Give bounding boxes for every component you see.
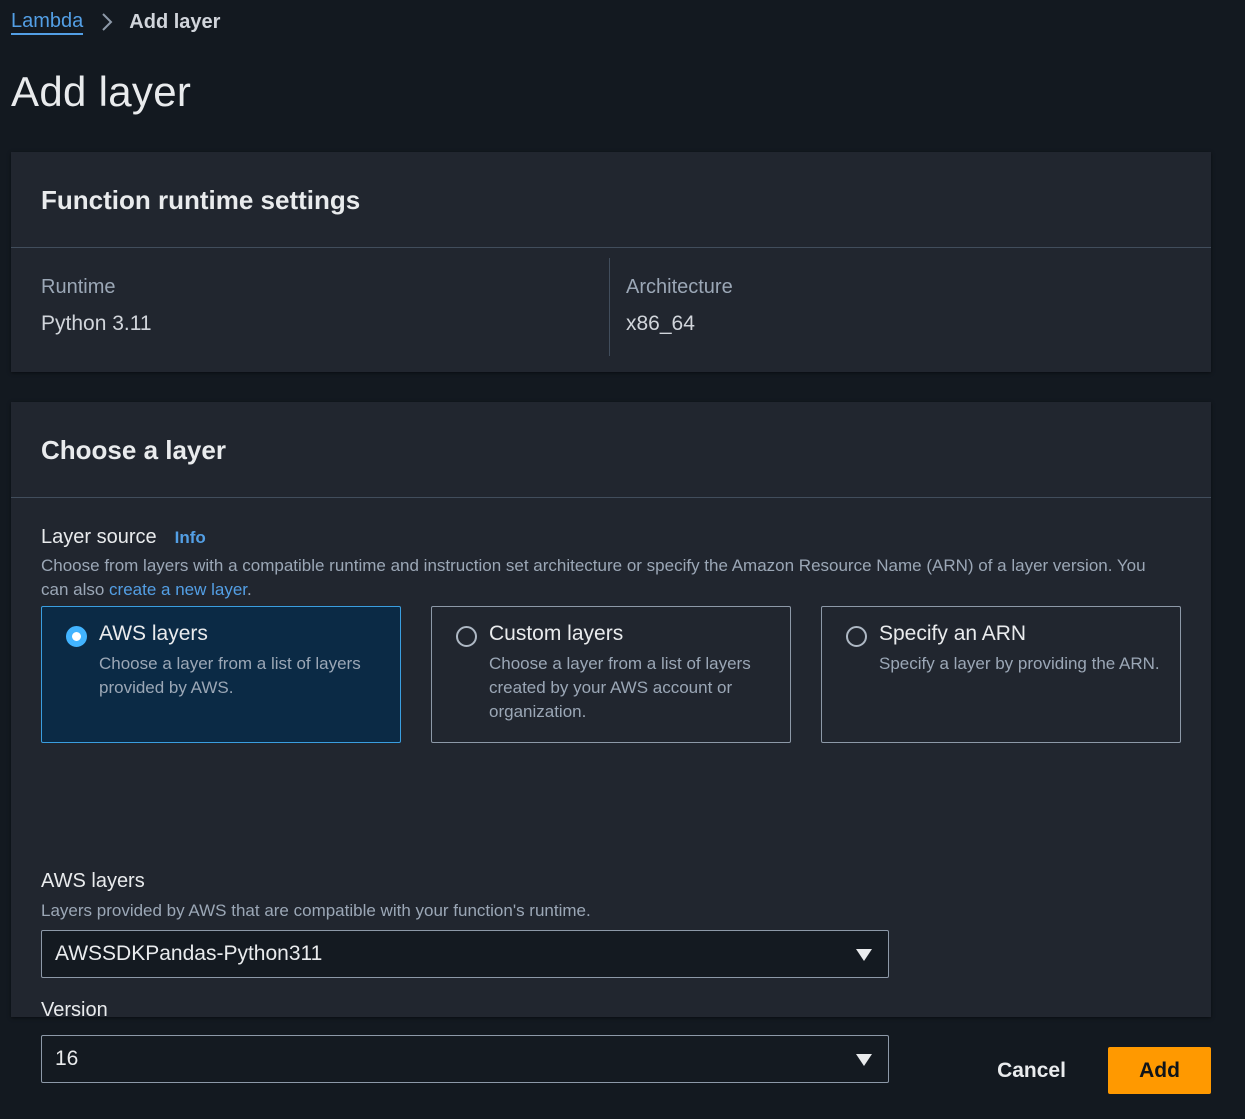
choose-layer-heading: Choose a layer xyxy=(41,435,226,465)
breadcrumb-current: Add layer xyxy=(129,10,221,33)
choose-layer-container: Choose a layer Layer source Info Choose … xyxy=(11,402,1211,1083)
add-button[interactable]: Add xyxy=(1108,1047,1211,1094)
runtime-settings-grid: Runtime Python 3.11 Architecture x86_64 xyxy=(11,248,1211,371)
tile-title: Specify an ARN xyxy=(879,622,1027,645)
add-layer-page: Lambda Add layer Add layer Function runt… xyxy=(0,0,1245,1119)
runtime-settings-header: Function runtime settings xyxy=(11,152,1211,248)
tile-aws-layers[interactable]: AWS layers Choose a layer from a list of… xyxy=(41,606,401,743)
runtime-label: Runtime xyxy=(41,276,116,298)
architecture-label: Architecture xyxy=(626,276,733,298)
layer-source-label-row: Layer source Info xyxy=(41,526,206,549)
aws-layers-label: AWS layers xyxy=(41,870,145,892)
aws-layers-description: Layers provided by AWS that are compatib… xyxy=(41,901,591,920)
caret-down-icon xyxy=(856,1053,872,1071)
create-new-layer-link[interactable]: create a new layer xyxy=(109,580,247,599)
radio-unselected-icon[interactable] xyxy=(846,626,867,647)
tile-description: Choose a layer from a list of layers pro… xyxy=(99,654,361,697)
tile-description: Specify a layer by providing the ARN. xyxy=(879,654,1160,673)
caret-down-icon xyxy=(856,948,872,966)
runtime-settings-container: Function runtime settings Runtime Python… xyxy=(11,152,1211,372)
tile-title: Custom layers xyxy=(489,622,624,645)
radio-unselected-icon[interactable] xyxy=(456,626,477,647)
chevron-right-icon xyxy=(101,12,113,32)
version-selected-value: 16 xyxy=(55,1047,79,1070)
runtime-settings-heading: Function runtime settings xyxy=(41,185,361,215)
layer-source-label: Layer source xyxy=(41,526,157,548)
tile-specify-arn[interactable]: Specify an ARN Specify a layer by provid… xyxy=(821,606,1181,743)
version-label: Version xyxy=(41,999,108,1021)
tile-title: AWS layers xyxy=(99,622,208,645)
tile-custom-layers[interactable]: Custom layers Choose a layer from a list… xyxy=(431,606,791,743)
aws-layers-select[interactable]: AWSSDKPandas-Python311 xyxy=(41,930,889,978)
version-select[interactable]: 16 xyxy=(41,1035,889,1083)
cancel-button[interactable]: Cancel xyxy=(979,1047,1084,1094)
aws-layers-selected-value: AWSSDKPandas-Python311 xyxy=(55,942,323,965)
breadcrumb: Lambda Add layer xyxy=(11,8,220,36)
breadcrumb-lambda-link[interactable]: Lambda xyxy=(11,10,84,35)
architecture-value: x86_64 xyxy=(626,312,695,335)
page-title: Add layer xyxy=(11,68,192,115)
choose-layer-header: Choose a layer xyxy=(11,402,1211,498)
tile-description: Choose a layer from a list of layers cre… xyxy=(489,654,751,721)
column-divider xyxy=(609,258,610,356)
layer-source-description-end: . xyxy=(247,580,252,599)
layer-source-description: Choose from layers with a compatible run… xyxy=(41,554,1161,602)
info-link[interactable]: Info xyxy=(175,528,206,548)
runtime-value: Python 3.11 xyxy=(41,312,152,335)
radio-selected-icon[interactable] xyxy=(66,626,87,647)
